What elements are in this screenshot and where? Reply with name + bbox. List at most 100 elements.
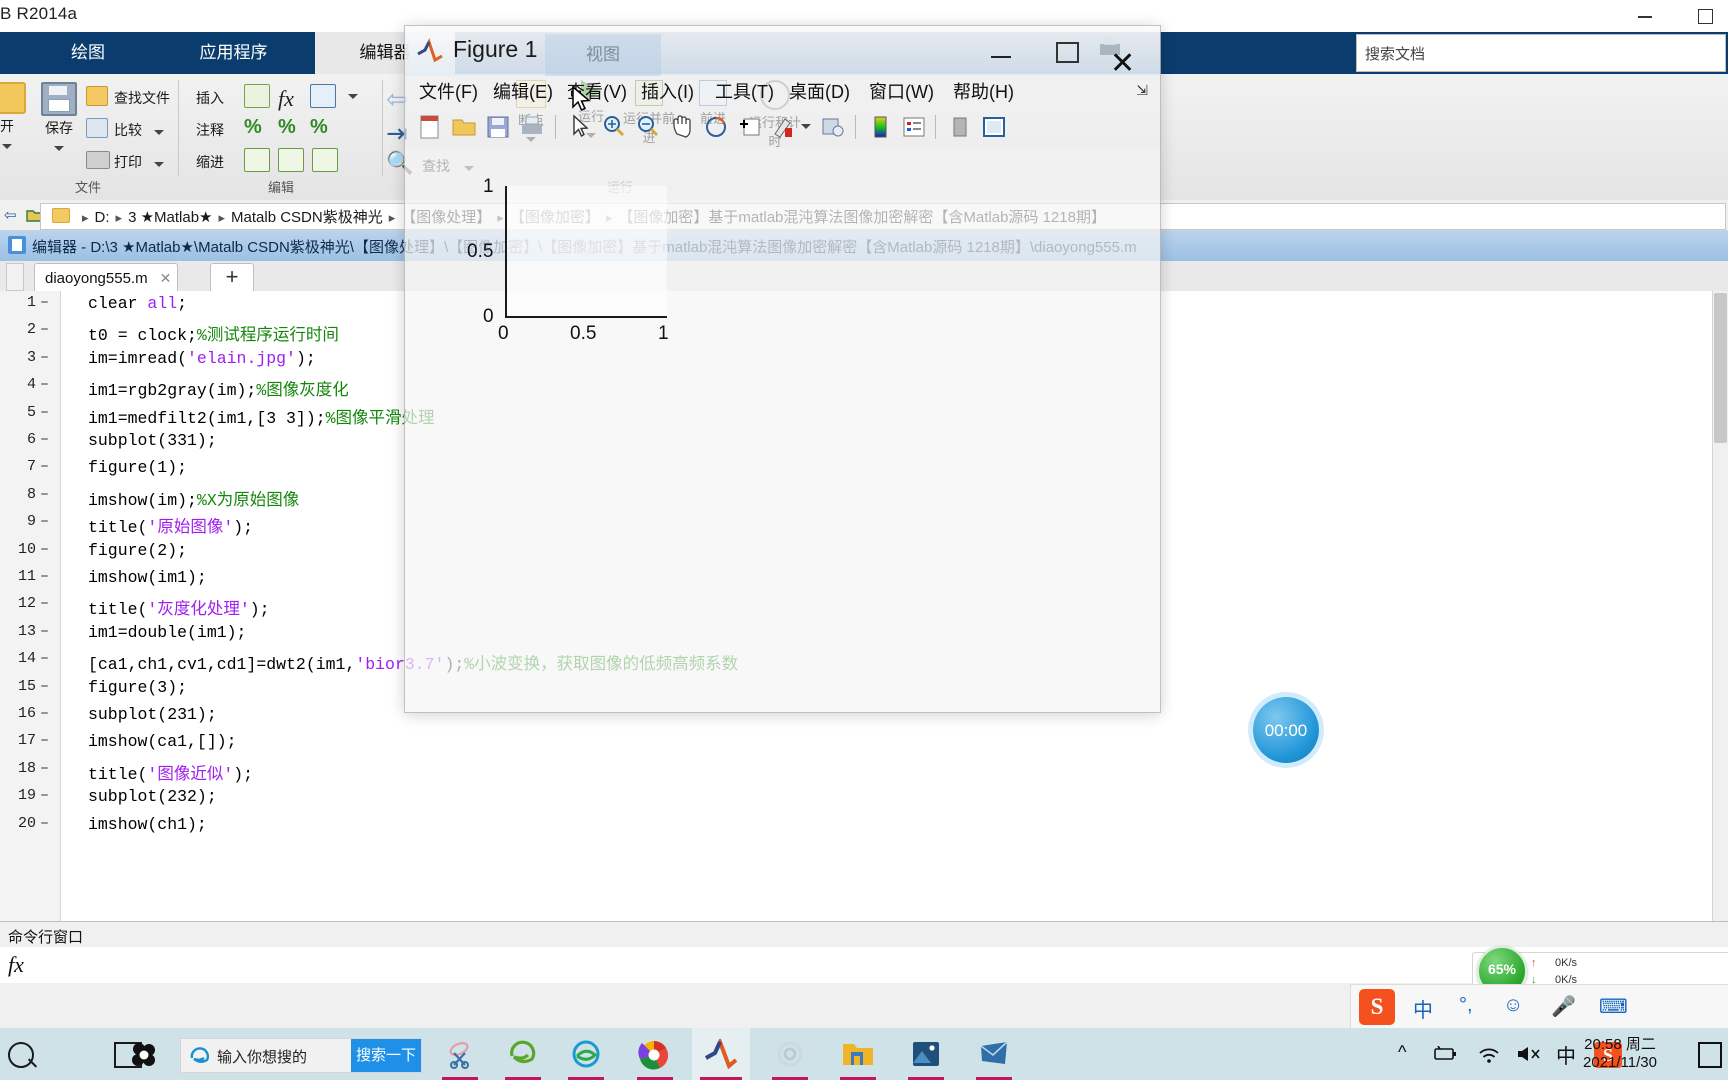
command-window-input[interactable]: [36, 950, 1716, 980]
sogou-ime-bar[interactable]: S 中 °, ☺ 🎤 ⌨: [1350, 984, 1728, 1030]
tray-chevron-icon[interactable]: ^: [1398, 1042, 1406, 1063]
code-line[interactable]: subplot(232);: [0, 787, 1728, 814]
ribbon-tab-plot[interactable]: 绘图: [24, 32, 152, 74]
figure-restore-button[interactable]: [1045, 34, 1089, 68]
os-minimize-button[interactable]: [1630, 6, 1660, 26]
figure-menu-tools[interactable]: 工具(T): [715, 76, 774, 108]
figure-palette-icon[interactable]: [979, 112, 1009, 142]
comment-remove-icon[interactable]: %: [278, 116, 296, 139]
sogou-logo-icon[interactable]: S: [1359, 989, 1395, 1025]
figure-canvas[interactable]: 1 0.5 0 0 0.5 1: [405, 148, 1160, 712]
ime-emoji-icon[interactable]: ☺: [1503, 994, 1523, 1017]
taskbar-app-file-explorer[interactable]: [830, 1028, 886, 1080]
zoom-in-icon[interactable]: [599, 112, 629, 142]
figure-open-icon[interactable]: [449, 112, 479, 142]
ime-voice-icon[interactable]: 🎤: [1551, 994, 1576, 1019]
taskbar-app-sogou-explorer[interactable]: [118, 1028, 170, 1080]
indent-button[interactable]: 缩进: [196, 152, 224, 172]
taskbar-search-submit[interactable]: 搜索一下: [351, 1039, 421, 1072]
taskbar-search-button[interactable]: [0, 1028, 52, 1080]
figure-titlebar[interactable]: Figure 1 视图 ✕: [405, 26, 1160, 80]
editor-tab-close-icon[interactable]: ✕: [160, 264, 172, 292]
pan-hand-icon[interactable]: [667, 112, 697, 142]
find-files-button[interactable]: 查找文件: [86, 86, 170, 108]
figure-print-icon[interactable]: [517, 112, 547, 142]
open-file-caret-icon[interactable]: [2, 144, 12, 149]
indent-label: 缩进: [196, 154, 224, 170]
address-back-icon[interactable]: ⇦: [4, 206, 17, 224]
editor-tab-drag-handle[interactable]: [6, 263, 24, 291]
legend-icon[interactable]: [899, 112, 929, 142]
ime-punctuation-icon[interactable]: °,: [1459, 994, 1473, 1017]
ribbon-tab-apps[interactable]: 应用程序: [153, 32, 314, 74]
taskbar-app-browser-colorful[interactable]: [627, 1028, 683, 1080]
breadcrumb-item-1[interactable]: 3 ★Matlab★: [128, 209, 212, 226]
taskbar-app-snipaste[interactable]: [432, 1028, 488, 1080]
smart-indent-icon[interactable]: [244, 148, 270, 172]
editor-tab-diaoyong555[interactable]: diaoyong555.m ✕: [34, 263, 179, 292]
taskbar-app-wechat[interactable]: [762, 1028, 818, 1080]
figure-menu-overflow-icon[interactable]: ⇲: [1136, 82, 1148, 99]
brush-data-icon[interactable]: [769, 112, 799, 142]
code-line[interactable]: imshow(ca1,[]);: [0, 732, 1728, 759]
indent-left-icon[interactable]: [312, 148, 338, 172]
rotate-3d-icon[interactable]: [701, 112, 731, 142]
insert-button[interactable]: 插入: [196, 88, 224, 108]
ribbon-tab-spacer: [0, 32, 22, 74]
insert-more-caret-icon[interactable]: [348, 94, 358, 99]
figure-window[interactable]: Figure 1 视图 ✕ 文件(F) 编辑(E) 查看(V) 插入(I) 工具…: [404, 25, 1161, 713]
taskbar-app-mail[interactable]: [966, 1028, 1022, 1080]
compare-caret-icon[interactable]: [153, 130, 164, 135]
figure-save-icon[interactable]: [483, 112, 513, 142]
compare-button[interactable]: 比较: [86, 118, 164, 140]
taskbar-clock[interactable]: 20:58 周二 2021/11/30: [1560, 1036, 1680, 1072]
figure-minimize-button[interactable]: [980, 34, 1024, 68]
os-maximize-button[interactable]: [1690, 6, 1720, 26]
wifi-icon[interactable]: [1478, 1046, 1500, 1069]
taskbar-app-photos[interactable]: [898, 1028, 954, 1080]
taskbar-app-microsoft-edge[interactable]: [558, 1028, 614, 1080]
comment-add-icon[interactable]: %: [244, 116, 262, 139]
taskbar-app-internet-explorer[interactable]: [495, 1028, 551, 1080]
code-line[interactable]: title('图像近似');: [0, 760, 1728, 787]
ime-keyboard-icon[interactable]: ⌨: [1599, 994, 1628, 1019]
print-caret-icon[interactable]: [153, 162, 164, 167]
figure-menu-file[interactable]: 文件(F): [419, 76, 478, 108]
print-button[interactable]: 打印: [86, 151, 164, 172]
command-window-fx-icon[interactable]: fx: [8, 952, 24, 978]
brush-caret-icon[interactable]: [801, 124, 811, 129]
figure-new-icon[interactable]: [415, 112, 445, 142]
figure-menu-desktop[interactable]: 桌面(D): [789, 76, 850, 108]
breadcrumb-item-2[interactable]: Matalb CSDN紫极神光: [231, 209, 383, 226]
editor-new-tab-button[interactable]: +: [210, 263, 254, 292]
indent-right-icon[interactable]: [278, 148, 304, 172]
colorbar-icon[interactable]: [865, 112, 895, 142]
ime-mode-chinese-icon[interactable]: 中: [1413, 994, 1433, 1023]
insert-function-icon[interactable]: fx: [278, 86, 294, 112]
taskbar-search-box[interactable]: 输入你想搜的 搜索一下: [180, 1038, 422, 1073]
save-file-button[interactable]: 保存: [28, 82, 90, 156]
volume-muted-icon[interactable]: [1516, 1045, 1542, 1068]
notification-icon[interactable]: [1698, 1042, 1722, 1068]
code-line[interactable]: imshow(ch1);: [0, 815, 1728, 842]
taskbar-app-matlab[interactable]: [692, 1028, 750, 1080]
figure-menu-window[interactable]: 窗口(W): [869, 76, 934, 108]
figure-menu-insert[interactable]: 插入(I): [641, 76, 694, 108]
link-plot-icon[interactable]: [817, 112, 847, 142]
taskbar-taskview-button[interactable]: [52, 1028, 142, 1080]
battery-icon[interactable]: [1432, 1045, 1458, 1067]
insert-figure-icon[interactable]: [310, 84, 336, 108]
comment-wrap-icon[interactable]: %: [310, 116, 328, 139]
breadcrumb-item-0[interactable]: D:: [95, 209, 110, 226]
comment-button[interactable]: 注释: [196, 120, 224, 140]
save-file-caret-icon[interactable]: [54, 146, 64, 151]
figure-menu-edit[interactable]: 编辑(E): [493, 76, 553, 108]
search-docs-input[interactable]: 搜索文档: [1356, 34, 1726, 72]
data-cursor-icon[interactable]: [735, 112, 765, 142]
figure-axes[interactable]: [505, 186, 667, 318]
insert-script-icon[interactable]: [244, 84, 270, 108]
zoom-out-icon[interactable]: [633, 112, 663, 142]
plot-edit-icon[interactable]: [945, 112, 975, 142]
screen-recorder-timer[interactable]: 00:00: [1253, 697, 1319, 763]
figure-menu-help[interactable]: 帮助(H): [953, 76, 1014, 108]
